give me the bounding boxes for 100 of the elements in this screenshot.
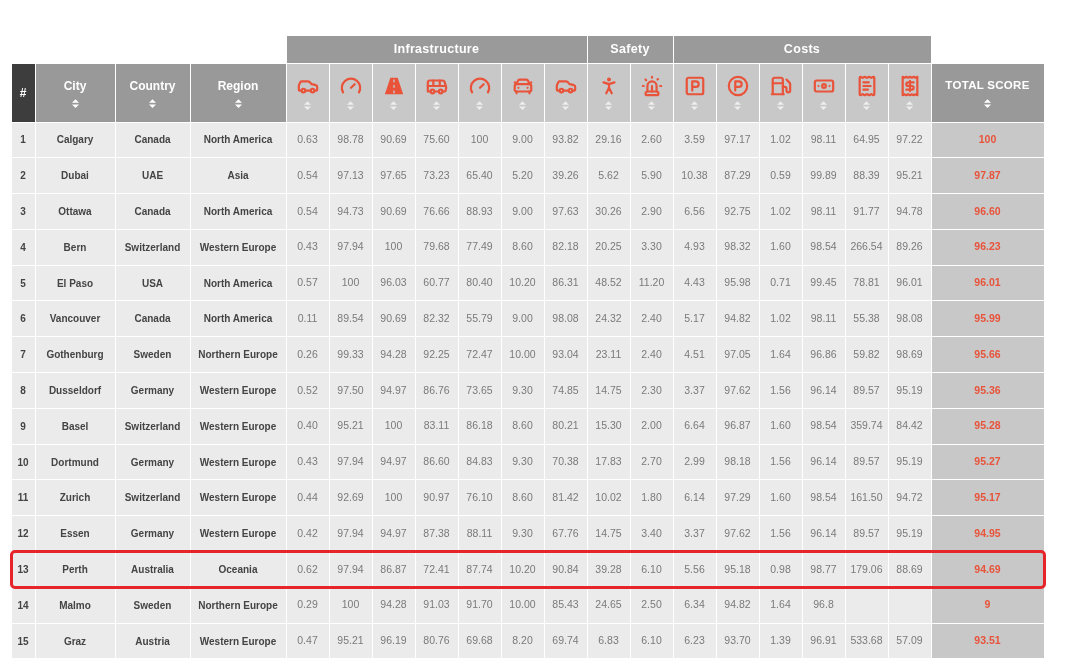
sort-icon[interactable]: [691, 101, 698, 110]
value-cell: 88.69: [888, 552, 931, 587]
value-cell: 1.39: [759, 623, 802, 659]
value-cell: 15.30: [587, 408, 630, 444]
group-header: Infrastructure: [286, 35, 587, 63]
text-cell: Bern: [35, 229, 115, 265]
rank-cell: 10: [11, 444, 35, 480]
value-cell: 78.81: [845, 265, 888, 301]
sort-icon[interactable]: [433, 101, 440, 110]
sort-icon[interactable]: [476, 101, 483, 110]
column-header[interactable]: City: [35, 63, 115, 122]
rank-cell: 15: [11, 623, 35, 659]
value-cell: 100: [329, 587, 372, 623]
value-cell: 48.52: [587, 265, 630, 301]
sort-icon[interactable]: [863, 101, 870, 110]
value-cell: 2.70: [630, 444, 673, 480]
group-header: Costs: [673, 35, 931, 63]
value-cell: 90.69: [372, 122, 415, 158]
sort-icon[interactable]: [304, 101, 311, 110]
value-cell: 95.21: [329, 623, 372, 659]
total-score-cell: 97.87: [931, 158, 1044, 194]
column-header[interactable]: [415, 63, 458, 122]
column-header[interactable]: [458, 63, 501, 122]
value-cell: 2.60: [630, 122, 673, 158]
value-cell: 99.89: [802, 158, 845, 194]
value-cell: 0.54: [286, 194, 329, 229]
value-cell: 5.56: [673, 552, 716, 587]
value-cell: 99.45: [802, 265, 845, 301]
column-header[interactable]: [888, 63, 931, 122]
column-header[interactable]: [544, 63, 587, 122]
value-cell: 97.17: [716, 122, 759, 158]
value-cell: 79.68: [415, 229, 458, 265]
column-header[interactable]: Region: [190, 63, 286, 122]
value-cell: 89.54: [329, 301, 372, 337]
value-cell: 75.60: [415, 122, 458, 158]
value-cell: 11.20: [630, 265, 673, 301]
sort-icon[interactable]: [984, 98, 991, 108]
value-cell: 96.03: [372, 265, 415, 301]
column-header[interactable]: TOTAL SCORE: [931, 63, 1044, 122]
value-cell: 91.70: [458, 587, 501, 623]
value-cell: 86.60: [415, 444, 458, 480]
column-header[interactable]: [587, 63, 630, 122]
value-cell: 1.56: [759, 516, 802, 552]
sort-icon[interactable]: [234, 99, 242, 108]
text-cell: Canada: [115, 301, 190, 337]
value-cell: 94.97: [372, 373, 415, 408]
value-cell: 87.38: [415, 516, 458, 552]
sort-icon[interactable]: [149, 99, 156, 108]
parking-icon: [683, 75, 706, 97]
column-header[interactable]: [286, 63, 329, 122]
column-header[interactable]: Country: [115, 63, 190, 122]
sort-icon[interactable]: [562, 101, 569, 110]
value-cell: 93.82: [544, 122, 587, 158]
value-cell: 99.33: [329, 337, 372, 373]
value-cell: 92.69: [329, 480, 372, 516]
text-cell: Canada: [115, 122, 190, 158]
index-header: #: [11, 63, 35, 122]
rank-cell: 6: [11, 301, 35, 337]
sort-icon[interactable]: [71, 99, 79, 108]
column-header[interactable]: [673, 63, 716, 122]
sort-icon[interactable]: [605, 101, 612, 110]
column-header[interactable]: [372, 63, 415, 122]
value-cell: 88.39: [845, 158, 888, 194]
value-cell: 6.83: [587, 623, 630, 659]
value-cell: 95.98: [716, 265, 759, 301]
value-cell: 73.23: [415, 158, 458, 194]
value-cell: 0.47: [286, 623, 329, 659]
sort-icon[interactable]: [734, 101, 741, 110]
column-header[interactable]: [630, 63, 673, 122]
value-cell: 97.94: [329, 552, 372, 587]
column-header[interactable]: [845, 63, 888, 122]
column-header[interactable]: [716, 63, 759, 122]
value-cell: 90.69: [372, 194, 415, 229]
value-cell: 96.8: [802, 587, 845, 623]
column-header[interactable]: [759, 63, 802, 122]
text-cell: Western Europe: [190, 623, 286, 659]
column-header[interactable]: [329, 63, 372, 122]
sort-icon[interactable]: [519, 101, 526, 110]
value-cell: 86.76: [415, 373, 458, 408]
text-cell: Germany: [115, 444, 190, 480]
sort-icon[interactable]: [820, 101, 827, 110]
value-cell: 14.75: [587, 516, 630, 552]
column-header[interactable]: [501, 63, 544, 122]
text-cell: Zurich: [35, 480, 115, 516]
value-cell: 82.18: [544, 229, 587, 265]
value-cell: 92.25: [415, 337, 458, 373]
sort-icon[interactable]: [390, 101, 397, 110]
value-cell: 6.56: [673, 194, 716, 229]
value-cell: 97.22: [888, 122, 931, 158]
text-cell: Sweden: [115, 587, 190, 623]
value-cell: 6.14: [673, 480, 716, 516]
value-cell: 94.97: [372, 516, 415, 552]
value-cell: 88.93: [458, 194, 501, 229]
sort-icon[interactable]: [777, 101, 784, 110]
column-header[interactable]: [802, 63, 845, 122]
sort-icon[interactable]: [906, 101, 913, 110]
value-cell: 0.43: [286, 444, 329, 480]
sort-icon[interactable]: [347, 101, 354, 110]
value-cell: 161.50: [845, 480, 888, 516]
sort-icon[interactable]: [648, 101, 655, 110]
